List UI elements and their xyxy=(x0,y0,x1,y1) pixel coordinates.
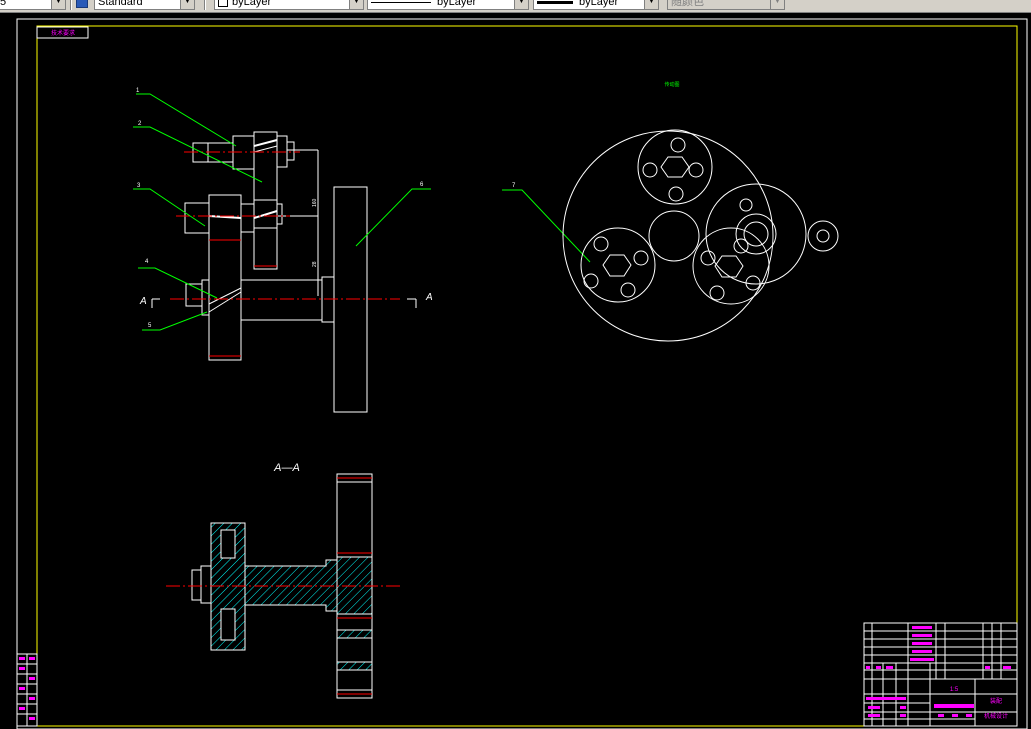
plot-style-value: 随颜色 xyxy=(671,0,704,8)
svg-text:4: 4 xyxy=(145,259,149,265)
front-view[interactable] xyxy=(184,131,368,413)
drawing-canvas[interactable]: 技术要求 160 28 A A 1 2 3 4 5 6 7 传动图 A—A 1:… xyxy=(0,13,1031,729)
chevron-down-icon[interactable]: ▼ xyxy=(770,0,784,9)
text-style-dropdown[interactable]: Standard ▼ xyxy=(94,0,195,10)
chevron-down-icon[interactable]: ▼ xyxy=(349,0,363,9)
title-tag-text: 技术要求 xyxy=(51,29,75,37)
company-text: 机械设计 xyxy=(984,712,1008,720)
linetype-preview xyxy=(371,1,431,3)
properties-toolbar: 5 ▼ Standard ▼ byLayer ▼ byLayer ▼ byLay… xyxy=(0,0,1031,13)
chevron-down-icon[interactable]: ▼ xyxy=(180,0,194,9)
leader-numbers: 1 2 3 4 5 6 7 xyxy=(136,88,516,329)
chevron-down-icon[interactable]: ▼ xyxy=(514,0,528,9)
layer-color-dropdown[interactable]: byLayer ▼ xyxy=(214,0,364,10)
partial-dropdown[interactable]: 5 ▼ xyxy=(0,0,66,10)
left-strip xyxy=(16,653,38,727)
lineweight-dropdown[interactable]: byLayer ▼ xyxy=(533,0,659,10)
title-block: 1:5 装配 机械设计 xyxy=(863,622,1018,727)
lineweight-value: byLayer xyxy=(579,0,619,8)
part-text: 装配 xyxy=(990,697,1002,705)
linetype-dropdown[interactable]: byLayer ▼ xyxy=(367,0,529,10)
title-tag: 技术要求 xyxy=(36,26,89,39)
section-marker-left: A xyxy=(139,296,160,308)
svg-text:2: 2 xyxy=(138,121,142,127)
layer-color-value: byLayer xyxy=(232,0,272,8)
svg-text:7: 7 xyxy=(512,183,516,189)
svg-text:5: 5 xyxy=(148,323,152,329)
separator xyxy=(204,0,206,10)
chevron-down-icon[interactable]: ▼ xyxy=(51,0,65,9)
svg-text:160: 160 xyxy=(312,198,318,207)
text-style-icon[interactable] xyxy=(76,0,88,8)
svg-text:28: 28 xyxy=(312,261,318,267)
top-view-label: 传动图 xyxy=(664,81,679,88)
plot-style-dropdown[interactable]: 随颜色 ▼ xyxy=(667,0,785,10)
linetype-value: byLayer xyxy=(437,0,477,8)
top-view[interactable] xyxy=(562,129,839,342)
color-swatch-icon xyxy=(218,0,228,8)
svg-text:A: A xyxy=(139,296,147,307)
svg-text:6: 6 xyxy=(420,182,424,188)
section-marker-right: A xyxy=(407,292,433,308)
partial-dropdown-value: 5 xyxy=(0,0,7,8)
dimension-text: 160 28 xyxy=(312,198,318,267)
lineweight-preview xyxy=(537,0,573,4)
chevron-down-icon[interactable]: ▼ xyxy=(644,0,658,9)
scale-text: 1:5 xyxy=(950,687,959,693)
section-label: A—A xyxy=(273,462,300,474)
front-view-centerlines xyxy=(170,151,400,357)
svg-text:A: A xyxy=(425,292,433,303)
separator xyxy=(70,0,72,10)
svg-text:3: 3 xyxy=(137,183,141,189)
text-style-value: Standard xyxy=(98,0,143,8)
svg-text:1: 1 xyxy=(136,88,140,94)
